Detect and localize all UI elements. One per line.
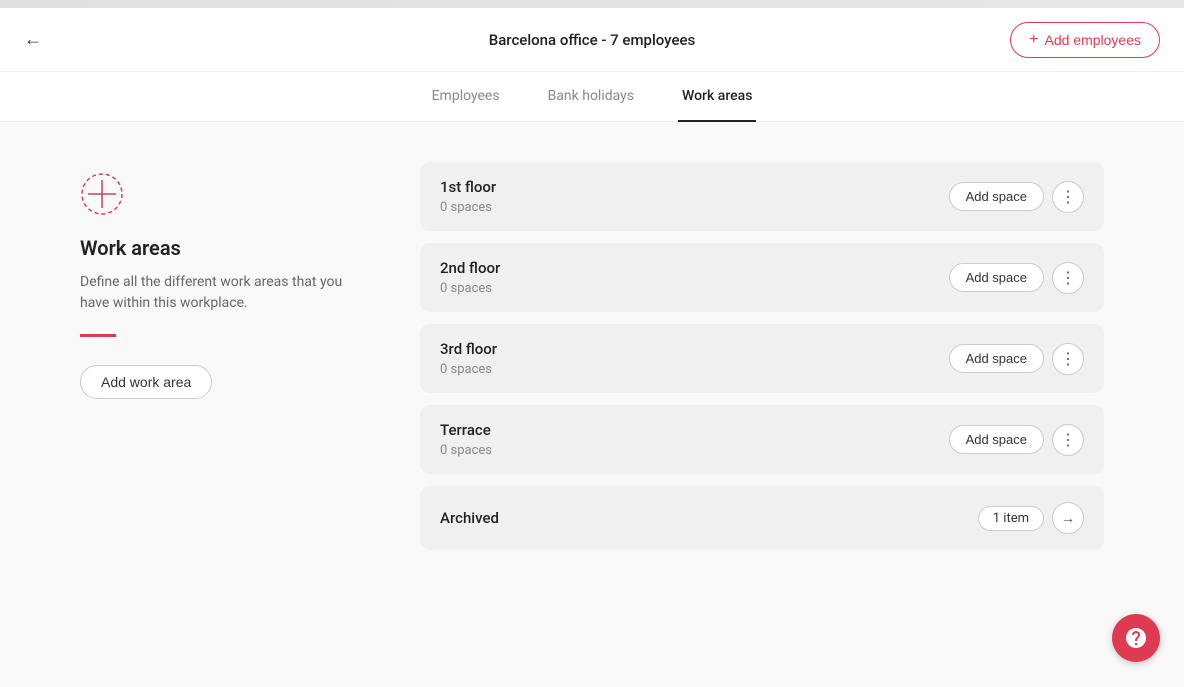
add-work-area-button[interactable]: Add work area xyxy=(80,365,212,399)
header: ← Barcelona office - 7 employees + Add e… xyxy=(0,8,1184,72)
back-button[interactable]: ← xyxy=(24,29,42,50)
header-title: Barcelona office - 7 employees xyxy=(489,31,695,49)
main-content: Work areas Define all the different work… xyxy=(0,122,1184,687)
work-area-spaces: 0 spaces xyxy=(440,200,496,215)
back-icon: ← xyxy=(24,29,42,50)
work-area-name: Terrace xyxy=(440,421,492,439)
archived-arrow-button[interactable]: → xyxy=(1052,502,1084,534)
add-employees-button[interactable]: + Add employees xyxy=(1010,22,1160,58)
support-button[interactable] xyxy=(1112,614,1160,662)
work-area-name: 1st floor xyxy=(440,178,496,196)
top-bar xyxy=(0,0,1184,8)
more-options-button-2[interactable]: ⋮ xyxy=(1052,262,1084,294)
divider-line xyxy=(80,334,116,337)
tab-employees[interactable]: Employees xyxy=(428,72,504,122)
archived-actions: 1 item → xyxy=(978,502,1084,534)
add-space-button-4[interactable]: Add space xyxy=(949,425,1044,454)
tabs-bar: Employees Bank holidays Work areas xyxy=(0,72,1184,122)
more-options-button-1[interactable]: ⋮ xyxy=(1052,181,1084,213)
archived-card: Archived 1 item → xyxy=(420,486,1104,550)
add-space-button-2[interactable]: Add space xyxy=(949,263,1044,292)
card-actions: Add space ⋮ xyxy=(949,343,1084,375)
work-area-card-2nd-floor: 2nd floor 0 spaces Add space ⋮ xyxy=(420,243,1104,312)
archived-label: Archived xyxy=(440,509,499,527)
left-panel: Work areas Define all the different work… xyxy=(80,162,360,647)
work-area-card-1st-floor: 1st floor 0 spaces Add space ⋮ xyxy=(420,162,1104,231)
archived-badge: 1 item xyxy=(978,506,1044,531)
work-area-spaces: 0 spaces xyxy=(440,281,500,296)
work-area-card-terrace: Terrace 0 spaces Add space ⋮ xyxy=(420,405,1104,474)
section-title: Work areas xyxy=(80,236,360,260)
tab-work-areas[interactable]: Work areas xyxy=(678,72,756,122)
tab-bank-holidays[interactable]: Bank holidays xyxy=(544,72,638,122)
work-area-icon xyxy=(80,172,360,220)
card-actions: Add space ⋮ xyxy=(949,181,1084,213)
work-area-info-2nd-floor: 2nd floor 0 spaces xyxy=(440,259,500,296)
work-area-spaces: 0 spaces xyxy=(440,443,492,458)
add-space-button-1[interactable]: Add space xyxy=(949,182,1044,211)
plus-icon: + xyxy=(1029,31,1038,49)
more-options-button-3[interactable]: ⋮ xyxy=(1052,343,1084,375)
add-space-button-3[interactable]: Add space xyxy=(949,344,1044,373)
work-area-info-3rd-floor: 3rd floor 0 spaces xyxy=(440,340,497,377)
work-area-info-1st-floor: 1st floor 0 spaces xyxy=(440,178,496,215)
card-actions: Add space ⋮ xyxy=(949,424,1084,456)
work-area-name: 3rd floor xyxy=(440,340,497,358)
section-desc: Define all the different work areas that… xyxy=(80,272,360,314)
card-actions: Add space ⋮ xyxy=(949,262,1084,294)
right-panel: 1st floor 0 spaces Add space ⋮ 2nd floor… xyxy=(420,162,1104,647)
work-area-spaces: 0 spaces xyxy=(440,362,497,377)
work-area-info-terrace: Terrace 0 spaces xyxy=(440,421,492,458)
more-options-button-4[interactable]: ⋮ xyxy=(1052,424,1084,456)
work-area-name: 2nd floor xyxy=(440,259,500,277)
work-area-card-3rd-floor: 3rd floor 0 spaces Add space ⋮ xyxy=(420,324,1104,393)
